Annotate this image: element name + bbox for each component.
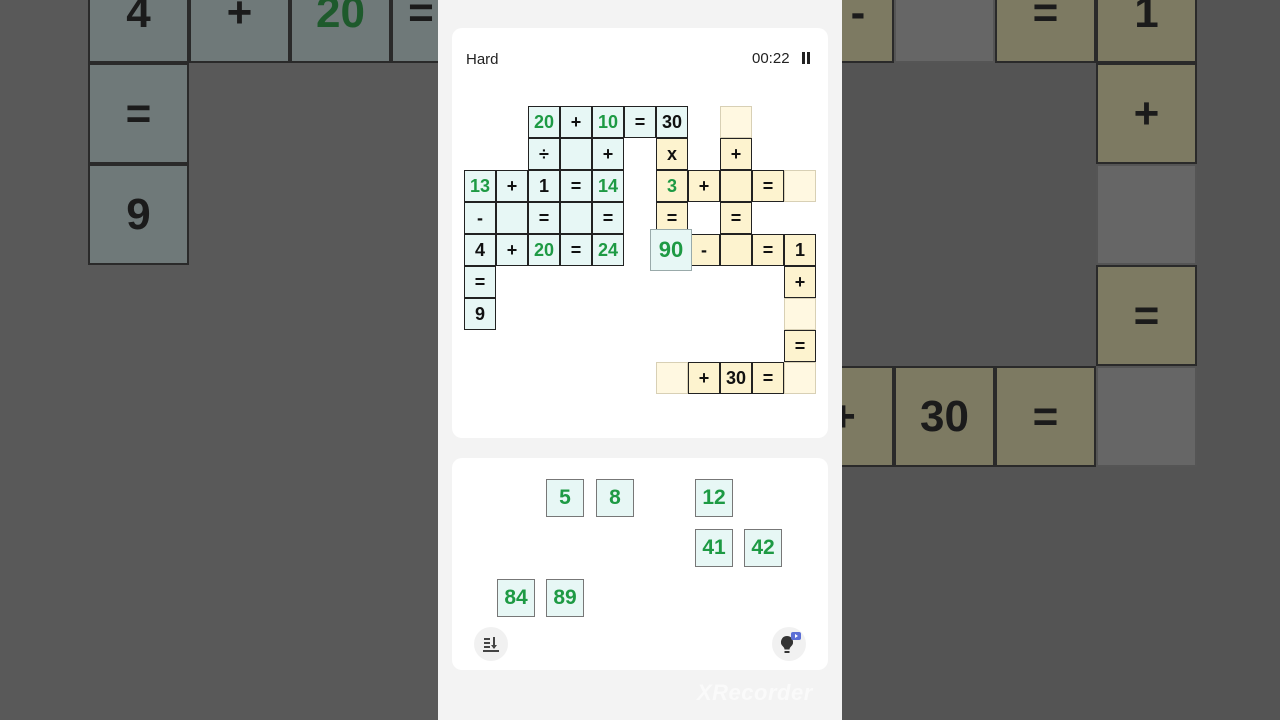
sort-button[interactable]	[474, 627, 508, 661]
board-cell: 4	[464, 234, 496, 266]
board-cell: +	[560, 106, 592, 138]
board-cell: =	[464, 266, 496, 298]
number-tile[interactable]: 8	[596, 479, 634, 517]
sort-icon	[483, 637, 499, 652]
bg-cell: 30	[894, 366, 995, 467]
number-tile[interactable]: 5	[546, 479, 584, 517]
bg-cell	[894, 0, 995, 63]
bg-cell: 1	[1096, 0, 1197, 63]
bg-cell: =	[1096, 265, 1197, 366]
bg-cell: +	[842, 366, 894, 467]
board-cell: 30	[656, 106, 688, 138]
recorder-watermark: XRecorder	[697, 680, 813, 705]
board-cell: 20	[528, 234, 560, 266]
board-cell: 9	[464, 298, 496, 330]
board-cell: 1	[528, 170, 560, 202]
board-cell: 20	[528, 106, 560, 138]
board-cell: x	[656, 138, 688, 170]
board-cell: -	[688, 234, 720, 266]
board-cell: =	[560, 234, 592, 266]
hint-button[interactable]	[772, 627, 806, 661]
board-cell: 14	[592, 170, 624, 202]
bg-cell: 4	[88, 0, 189, 63]
board-empty-cell[interactable]	[720, 234, 752, 266]
background-zoom-right: - = 1 + = + 30 =	[842, 0, 1280, 720]
difficulty-label: Hard	[466, 51, 499, 68]
number-tile[interactable]: 41	[695, 529, 733, 567]
board-cell: +	[496, 170, 528, 202]
board-empty-cell[interactable]	[496, 202, 528, 234]
board-cell: =	[752, 234, 784, 266]
board-cell: =	[624, 106, 656, 138]
board-cell: 24	[592, 234, 624, 266]
board-cell: =	[784, 330, 816, 362]
bg-cell: =	[391, 0, 438, 63]
pause-icon[interactable]	[801, 52, 811, 64]
board-empty-cell[interactable]	[560, 138, 592, 170]
board-cell: =	[752, 170, 784, 202]
number-tile[interactable]: 89	[546, 579, 584, 617]
board-cell: -	[464, 202, 496, 234]
board-cell: =	[720, 202, 752, 234]
board-cell: 13	[464, 170, 496, 202]
board-empty-cell[interactable]	[720, 170, 752, 202]
board-empty-cell[interactable]	[784, 170, 816, 202]
bg-cell: +	[189, 0, 290, 63]
board-cell: =	[560, 170, 592, 202]
board-cell: =	[752, 362, 784, 394]
bg-cell	[1096, 164, 1197, 265]
board-empty-cell[interactable]	[656, 362, 688, 394]
board-cell: +	[720, 138, 752, 170]
number-tile[interactable]: 12	[695, 479, 733, 517]
board-empty-cell[interactable]	[720, 106, 752, 138]
bg-cell: 20	[290, 0, 391, 63]
board-empty-cell[interactable]	[560, 202, 592, 234]
bg-cell: 9	[88, 164, 189, 265]
bg-cell	[1096, 366, 1197, 467]
number-tile[interactable]: 42	[744, 529, 782, 567]
board-cell: ÷	[528, 138, 560, 170]
board-cell: +	[688, 362, 720, 394]
bg-cell: =	[995, 0, 1096, 63]
board-cell: 30	[720, 362, 752, 394]
board-cell: =	[528, 202, 560, 234]
board-empty-cell[interactable]	[784, 362, 816, 394]
board-cell: =	[592, 202, 624, 234]
background-zoom-left: 4 + 20 = = 9	[0, 0, 438, 720]
timer: 00:22	[752, 50, 790, 67]
number-tile[interactable]: 84	[497, 579, 535, 617]
bg-cell: +	[1096, 63, 1197, 164]
board-cell: 10	[592, 106, 624, 138]
board-cell: 1	[784, 234, 816, 266]
dragged-tile[interactable]: 90	[650, 229, 692, 271]
board-empty-cell[interactable]	[784, 298, 816, 330]
bg-cell: =	[88, 63, 189, 164]
board-cell: +	[592, 138, 624, 170]
bg-cell: =	[995, 366, 1096, 467]
board-cell: +	[784, 266, 816, 298]
lightbulb-icon	[780, 632, 801, 653]
board-cell: +	[688, 170, 720, 202]
bg-cell: -	[842, 0, 894, 63]
phone-screen: Hard 00:22 20 + 10 = 30 ÷ + x + 13 + 1 =…	[438, 0, 842, 720]
board-cell: 3	[656, 170, 688, 202]
board-cell: +	[496, 234, 528, 266]
